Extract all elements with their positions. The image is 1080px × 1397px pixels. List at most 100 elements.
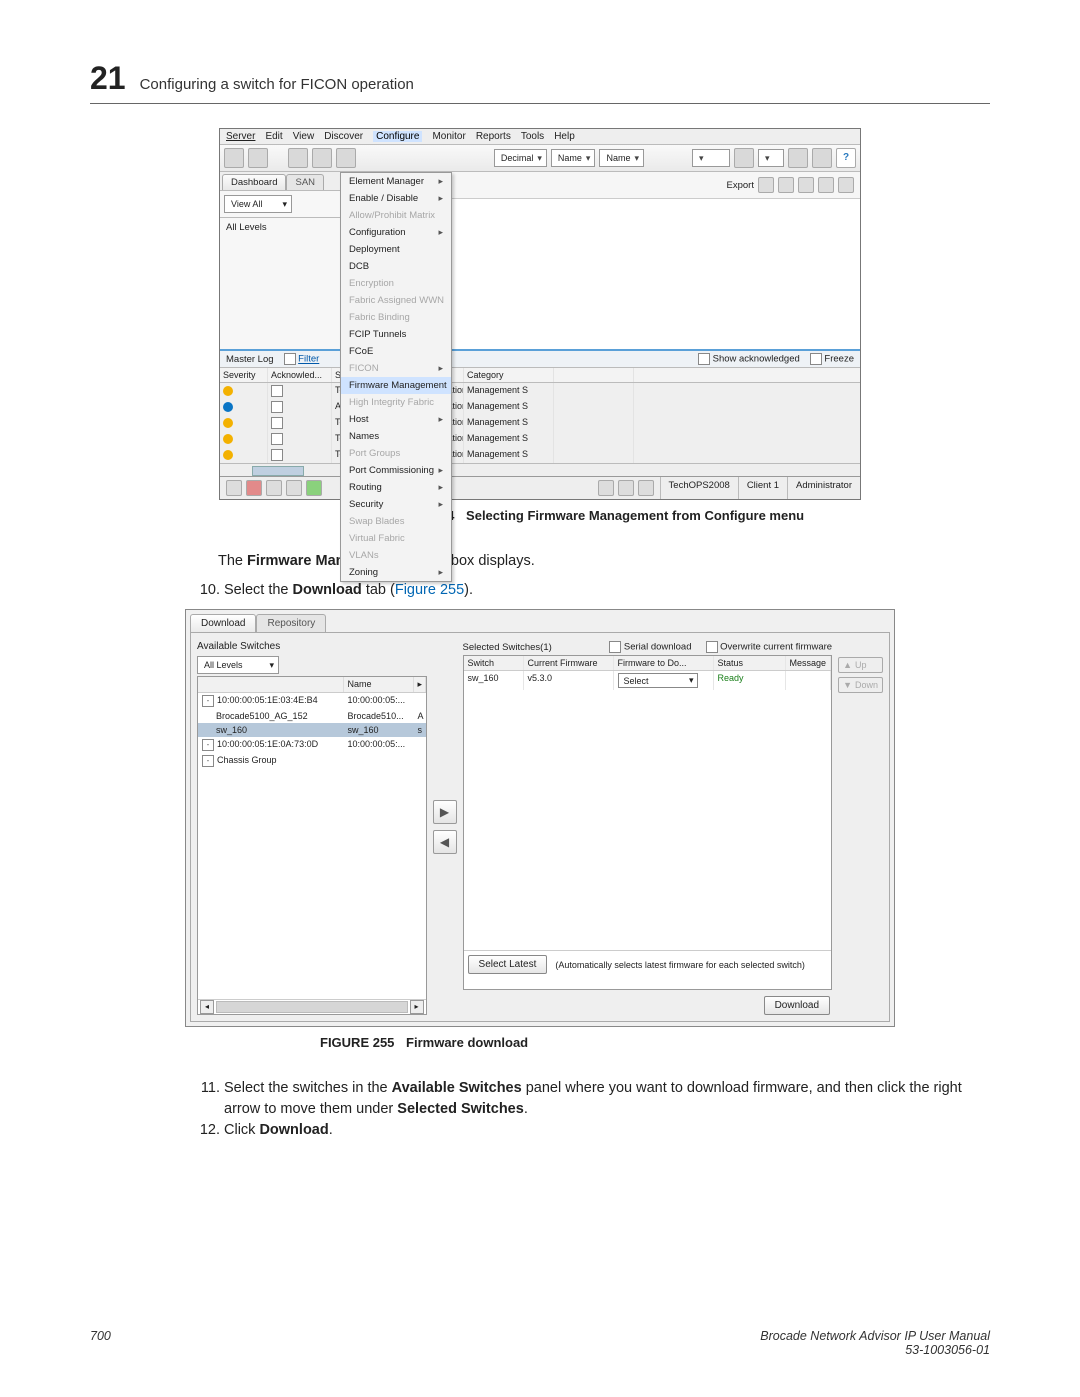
menu-item-element-manager[interactable]: Element Manager (341, 173, 451, 190)
toolbar-dd-small[interactable] (692, 149, 730, 167)
serial-download-checkbox[interactable] (609, 641, 621, 653)
figure-254-caption: FIGURE 254 Selecting Firmware Management… (380, 508, 990, 523)
menu-server[interactable]: Server (226, 131, 255, 142)
warning-icon (223, 418, 233, 428)
available-row[interactable]: -Chassis Group (198, 753, 426, 769)
log-row[interactable]: Te 224.20 Application Event Management S (220, 431, 860, 447)
menu-monitor[interactable]: Monitor (432, 131, 465, 142)
layout-icon[interactable] (798, 177, 814, 193)
log-row[interactable]: TechOPS2008 10.25.224.20 Application Eve… (220, 447, 860, 463)
toolbar-icon[interactable] (788, 148, 808, 168)
menu-item-fabric-binding: Fabric Binding (341, 309, 451, 326)
select-latest-button[interactable]: Select Latest (468, 955, 548, 974)
menu-item-port-commissioning[interactable]: Port Commissioning (341, 462, 451, 479)
warning-icon (223, 386, 233, 396)
toolbar-icon[interactable] (224, 148, 244, 168)
menu-item-encryption: Encryption (341, 275, 451, 292)
status-icon (246, 480, 262, 496)
decimal-dropdown[interactable]: Decimal (494, 149, 547, 167)
status-bar: TechOPS2008 Client 1 Administrator (220, 476, 860, 499)
menu-item-configuration[interactable]: Configuration (341, 224, 451, 241)
menu-item-routing[interactable]: Routing (341, 479, 451, 496)
tab-san[interactable]: SAN (286, 174, 324, 190)
available-row-selected[interactable]: sw_160 sw_160 s (198, 723, 426, 737)
menu-item-security[interactable]: Security (341, 496, 451, 513)
manual-title: Brocade Network Advisor IP User Manual (760, 1329, 990, 1343)
left-tabs: Dashboard SAN (220, 172, 340, 191)
view-all-row: View All▾ (220, 191, 340, 218)
available-row[interactable]: -10:00:00:05:1E:03:4E:B4 10:00:00:05:... (198, 693, 426, 709)
left-pane: Dashboard SAN View All▾ All Levels (220, 172, 341, 349)
download-button[interactable]: Download (764, 996, 830, 1015)
menu-item-fcip-tunnels[interactable]: FCIP Tunnels (341, 326, 451, 343)
log-columns: Severity Acknowled... So a Address Origi… (220, 368, 860, 383)
toolbar-icon[interactable] (248, 148, 268, 168)
warning-icon (223, 450, 233, 460)
selected-panel: Selected Switches(1) Serial download Ove… (463, 639, 833, 1015)
status-icon (618, 480, 634, 496)
move-right-button[interactable]: ▶ (433, 800, 457, 824)
page-footer: 700 Brocade Network Advisor IP User Manu… (90, 1329, 990, 1357)
show-ack-label: Show acknowledged (713, 354, 800, 365)
menu-item-ficon: FICON (341, 360, 451, 377)
figure-255-link[interactable]: Figure 255 (395, 582, 464, 598)
menu-item-enable-disable[interactable]: Enable / Disable (341, 190, 451, 207)
menu-help[interactable]: Help (554, 131, 575, 142)
menu-item-zoning[interactable]: Zoning (341, 564, 451, 581)
horizontal-scrollbar[interactable] (220, 463, 860, 476)
menu-discover[interactable]: Discover (324, 131, 363, 142)
toolbar-icon[interactable] (734, 148, 754, 168)
view-all-dropdown[interactable]: View All▾ (224, 195, 292, 213)
name-dropdown-1[interactable]: Name (551, 149, 596, 167)
name-dropdown-2[interactable]: Name (599, 149, 644, 167)
status-icon (286, 480, 302, 496)
menu-item-host[interactable]: Host (341, 411, 451, 428)
available-row[interactable]: Brocade5100_AG_152 Brocade510... A (198, 709, 426, 723)
toolbar-icon[interactable] (336, 148, 356, 168)
refresh-icon[interactable] (838, 177, 854, 193)
status-icon (266, 480, 282, 496)
freeze-label: Freeze (824, 354, 854, 365)
menu-item-high-integrity: High Integrity Fabric (341, 394, 451, 411)
filter-link[interactable]: Filter (298, 354, 319, 365)
menu-view[interactable]: View (293, 131, 315, 142)
tab-repository[interactable]: Repository (256, 614, 326, 632)
tab-download[interactable]: Download (190, 614, 256, 632)
menu-item-dcb[interactable]: DCB (341, 258, 451, 275)
menu-reports[interactable]: Reports (476, 131, 511, 142)
log-row[interactable]: Te 224.20 Application Event Management S (220, 415, 860, 431)
help-icon[interactable]: ? (836, 148, 856, 168)
menu-tools[interactable]: Tools (521, 131, 544, 142)
up-button[interactable]: ▲ Up (838, 657, 883, 673)
menu-item-names[interactable]: Names (341, 428, 451, 445)
overwrite-checkbox[interactable] (706, 641, 718, 653)
toolbar-icon[interactable] (312, 148, 332, 168)
log-row[interactable]: Ad .5.191 Application Event Management S (220, 399, 860, 415)
menu-configure[interactable]: Configure (373, 131, 422, 142)
down-button[interactable]: ▼ Down (838, 677, 883, 693)
available-scrollbar[interactable]: ◂ ▸ (198, 999, 426, 1014)
toolbar-dd-small[interactable] (758, 149, 784, 167)
fw-tabs: Download Repository (190, 614, 890, 632)
steps-list: Select the Download tab (Figure 255). (198, 580, 990, 601)
move-left-button[interactable]: ◀ (433, 830, 457, 854)
log-row[interactable]: Te 224.20 Application Event Management S (220, 383, 860, 399)
menubar: Server Edit View Discover Configure Moni… (220, 129, 860, 145)
menu-item-deployment[interactable]: Deployment (341, 241, 451, 258)
select-latest-note: (Automatically selects latest firmware f… (555, 960, 805, 970)
menu-item-firmware-management[interactable]: Firmware Management (341, 377, 451, 394)
firmware-todo-dropdown[interactable]: Select▾ (618, 673, 698, 688)
selected-row[interactable]: sw_160 v5.3.0 Select▾ Ready (464, 671, 832, 690)
all-levels-dropdown[interactable]: All Levels▾ (197, 656, 279, 674)
toolbar-icon[interactable] (812, 148, 832, 168)
menu-item-virtual-fabric: Virtual Fabric (341, 530, 451, 547)
zoom-in-icon[interactable] (758, 177, 774, 193)
tab-dashboard[interactable]: Dashboard (222, 174, 286, 190)
zoom-out-icon[interactable] (778, 177, 794, 193)
toolbar-icon[interactable] (288, 148, 308, 168)
view-icon[interactable] (818, 177, 834, 193)
figure-255-caption: FIGURE 255 Firmware download (320, 1035, 990, 1050)
menu-item-fcoe[interactable]: FCoE (341, 343, 451, 360)
available-row[interactable]: -10:00:00:05:1E:0A:73:0D 10:00:00:05:... (198, 737, 426, 753)
menu-edit[interactable]: Edit (265, 131, 282, 142)
